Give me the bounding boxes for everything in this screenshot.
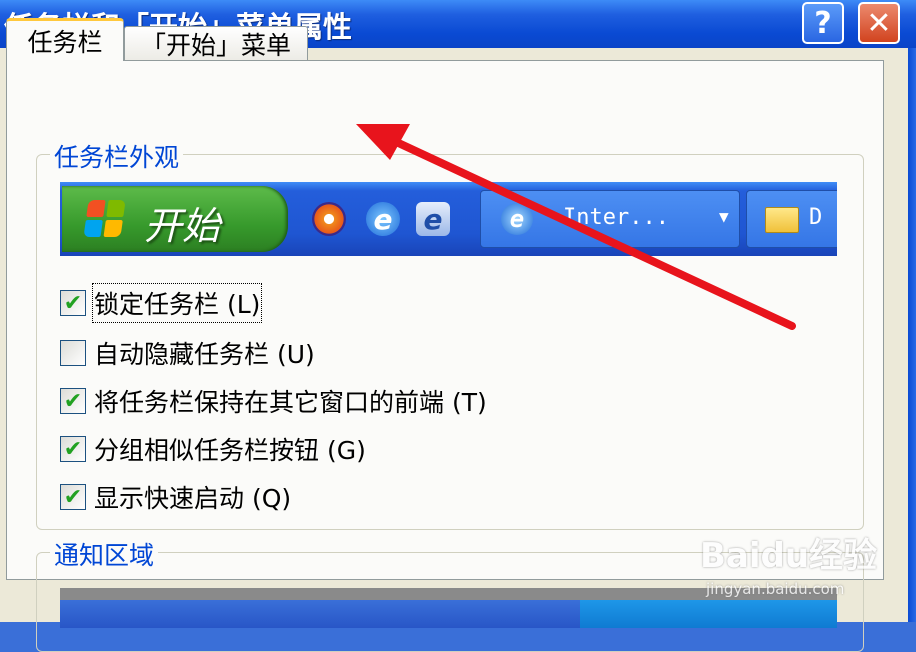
tab-taskbar[interactable]: 任务栏 [6, 18, 124, 61]
red-arrow-annotation [356, 124, 796, 330]
